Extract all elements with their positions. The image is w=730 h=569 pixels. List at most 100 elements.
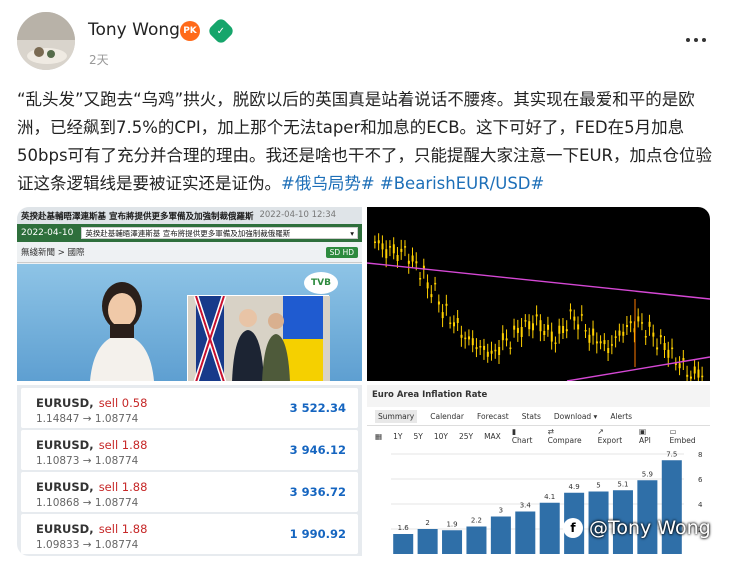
candle-body [592, 328, 595, 336]
embed-button[interactable]: ▭ Embed [669, 427, 702, 445]
candle-body [558, 325, 561, 334]
candle-body [501, 333, 504, 341]
candle-body [392, 244, 395, 254]
range-max[interactable]: MAX [484, 432, 501, 441]
tab-forecast[interactable]: Forecast [477, 412, 509, 421]
candle-body [652, 332, 655, 337]
candle-body [528, 321, 531, 330]
candle-body [509, 347, 512, 349]
bar-value-label: 5.1 [617, 480, 628, 488]
candle-body [689, 376, 692, 379]
candles-svg [367, 233, 710, 381]
news-video[interactable]: TVB [17, 264, 362, 381]
api-button[interactable]: ▣ API [639, 427, 659, 445]
bar-value-label: 3 [499, 507, 503, 515]
candle-body [535, 314, 538, 317]
more-options-icon[interactable] [686, 38, 706, 42]
news-image[interactable]: 英揆赴基輔晤澤連斯基 宣布將提供更多軍備及加強制裁俄羅斯 2022-04-10 1… [17, 207, 362, 381]
bar-value-label: 7.5 [666, 450, 677, 458]
pk-badge-icon: PK [180, 21, 200, 41]
inflation-tabs: Summary Calendar Forecast Stats Download… [367, 407, 710, 426]
trade-row[interactable]: EURUSD, sell 1.88 1.09833 → 1.08774 1 990… [21, 514, 358, 554]
trade-list[interactable]: EURUSD, sell 0.58 1.14847 → 1.08774 3 522… [17, 385, 362, 556]
candlestick-chart[interactable] [367, 207, 710, 381]
candle-body [419, 278, 422, 280]
candle-body [377, 240, 380, 244]
trade-row[interactable]: EURUSD, sell 1.88 1.10873 → 1.08774 3 946… [21, 430, 358, 470]
news-inset-image [187, 295, 330, 381]
bar-value-label: 2 [425, 519, 429, 527]
compare-button[interactable]: ⇄ Compare [548, 427, 587, 445]
trade-pair: EURUSD, [36, 479, 94, 494]
export-button[interactable]: ↗ Export [598, 427, 628, 445]
candle-body [381, 243, 384, 250]
compare-label: Compare [547, 436, 582, 445]
candle-body [693, 366, 696, 374]
tab-alerts[interactable]: Alerts [610, 412, 632, 421]
candle-body [584, 330, 587, 332]
candle-body [524, 320, 527, 322]
range-25y[interactable]: 25Y [459, 432, 473, 441]
embed-icon: ▭ [669, 427, 677, 436]
news-select[interactable]: 英揆赴基輔晤澤連斯基 宣布將提供更多軍備及加強制裁俄羅斯 ▾ [81, 227, 358, 239]
tab-summary[interactable]: Summary [375, 409, 418, 423]
api-icon: ▣ [638, 427, 647, 436]
hashtag-bearish-eurusd[interactable]: #BearishEUR/USD# [380, 174, 544, 193]
news-date-row: 2022-04-10 英揆赴基輔晤澤連斯基 宣布將提供更多軍備及加強制裁俄羅斯 ▾ [17, 224, 362, 242]
bar [466, 526, 487, 554]
range-10y[interactable]: 10Y [434, 432, 448, 441]
trade-action: sell 1.88 [98, 437, 148, 452]
bar-value-label: 3.4 [520, 502, 532, 510]
candle-body [648, 321, 651, 327]
candle-body [629, 321, 632, 324]
candle-body [498, 347, 501, 355]
tab-download[interactable]: Download ▾ [554, 412, 597, 421]
export-label: Export [597, 436, 623, 445]
trade-row[interactable]: EURUSD, sell 0.58 1.14847 → 1.08774 3 522… [21, 388, 358, 428]
candle-body [622, 331, 625, 336]
chart-button[interactable]: ▮ Chart [512, 427, 537, 445]
trade-open: 1.10868 [36, 496, 80, 509]
candle-body [445, 303, 448, 306]
quality-badge[interactable]: SD HD [325, 246, 358, 258]
candle-body [531, 323, 534, 331]
candle-body [577, 324, 580, 330]
bar [442, 530, 463, 554]
y-tick-label: 4 [698, 501, 703, 509]
candle-body [674, 363, 677, 365]
weibo-logo-icon: f [563, 518, 583, 538]
bar-value-label: 2.2 [471, 517, 482, 525]
hashtag-ewu[interactable]: #俄乌局势# [281, 174, 375, 193]
candle-body [671, 347, 674, 350]
calendar-icon[interactable]: ▦ [375, 432, 382, 441]
tab-calendar[interactable]: Calendar [430, 412, 464, 421]
inflation-title: Euro Area Inflation Rate [367, 385, 710, 407]
range-5y[interactable]: 5Y [413, 432, 422, 441]
news-breadcrumb: 無綫新聞 > 國際 [21, 248, 85, 258]
bar-chart-icon: ▮ [511, 427, 516, 436]
bar [393, 534, 414, 554]
avatar[interactable] [17, 12, 75, 70]
trade-row[interactable]: EURUSD, sell 1.88 1.10868 → 1.08774 3 936… [21, 472, 358, 512]
watermark-text: @Tony Wong [589, 517, 711, 539]
watermark: f @Tony Wong [563, 517, 711, 539]
candle-body [452, 322, 455, 327]
candle-body [426, 282, 429, 289]
bar-value-label: 1.9 [446, 520, 457, 528]
trade-close: 1.08774 [94, 412, 139, 425]
candle-body [641, 322, 644, 324]
author-name[interactable]: Tony Wong [88, 20, 180, 40]
tab-stats[interactable]: Stats [522, 412, 541, 421]
candle-body [520, 327, 523, 337]
candle-body [494, 349, 497, 352]
candle-body [460, 334, 463, 338]
trade-action: sell 1.88 [98, 521, 148, 536]
image-grid: 英揆赴基輔晤澤連斯基 宣布將提供更多軍備及加強制裁俄羅斯 2022-04-10 1… [17, 207, 710, 556]
candle-body [490, 350, 493, 354]
candle-body [550, 331, 553, 342]
range-1y[interactable]: 1Y [393, 432, 402, 441]
api-label: API [638, 436, 651, 445]
candle-body [385, 249, 388, 259]
candle-body [483, 345, 486, 350]
candle-body [396, 255, 399, 261]
